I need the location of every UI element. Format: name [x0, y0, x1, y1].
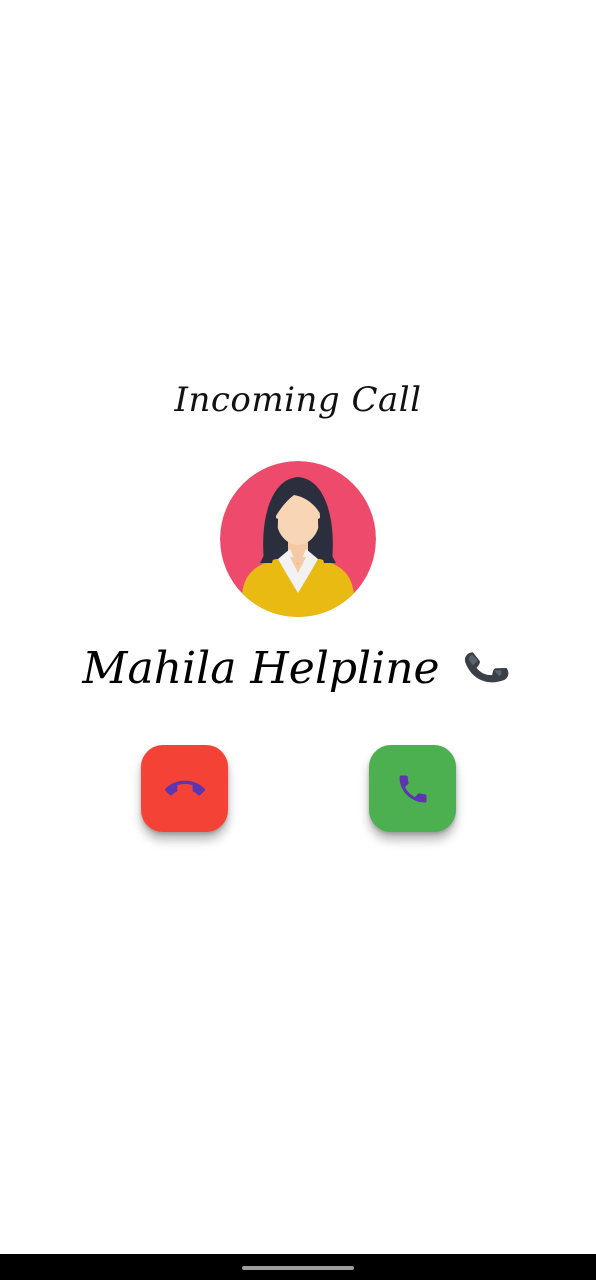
woman-avatar-icon — [220, 461, 376, 617]
call-end-icon — [164, 780, 205, 795]
system-navigation-bar — [0, 1254, 596, 1280]
accept-call-button[interactable] — [369, 745, 456, 832]
caller-name: Mahila Helpline — [82, 642, 440, 694]
phone-icon — [399, 775, 426, 802]
caller-avatar — [220, 461, 376, 617]
home-gesture-handle[interactable] — [242, 1266, 354, 1270]
decline-call-button[interactable] — [141, 745, 228, 832]
incoming-call-screen: Incoming Call Mahila Helpline — [0, 0, 596, 1254]
call-status-label: Incoming Call — [174, 380, 422, 420]
telephone-receiver-icon — [464, 652, 508, 683]
caller-info: Mahila Helpline — [0, 636, 596, 700]
